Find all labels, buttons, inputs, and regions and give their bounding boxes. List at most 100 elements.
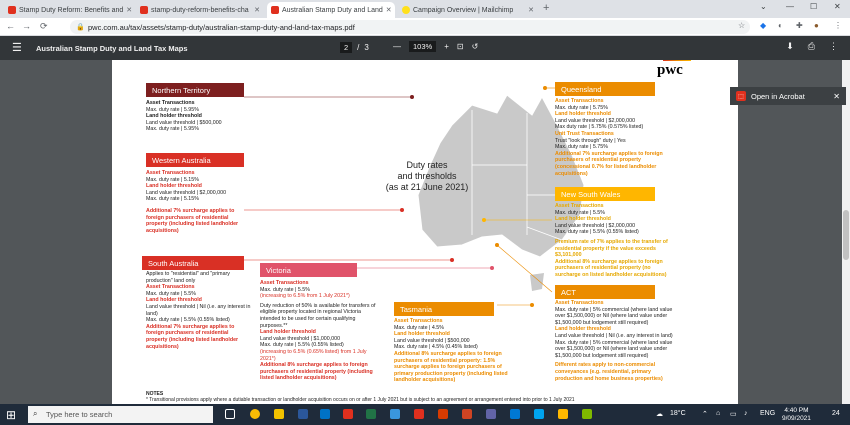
nsw-title: New South Wales [561, 189, 621, 199]
sa-line: Additional 7% surcharge applies to forei… [146, 323, 239, 350]
minimize-icon[interactable]: — [786, 2, 794, 11]
nsw-line: Max. duty rate | 5.5% (0.55% listed) [555, 229, 639, 236]
tab-3-active[interactable]: Australian Stamp Duty and Land ✕ [267, 2, 395, 18]
windows-start-icon[interactable]: ⊞ [6, 408, 16, 422]
forward-icon[interactable]: → [22, 21, 31, 31]
word-icon[interactable] [298, 409, 308, 419]
maximize-icon[interactable]: ☐ [810, 2, 817, 11]
vic-line: (increasing to 6.5% (0.65% listed) from … [260, 348, 367, 362]
puzzle-icon[interactable]: ✚ [796, 21, 803, 30]
map-title-line: (as at 21 June 2021) [385, 182, 469, 192]
map-title-line: Duty rates [406, 160, 448, 170]
qld-line: Max. duty rate | 5.75% [555, 104, 608, 111]
wa-line: Land value threshold | $2,000,000 [146, 189, 227, 196]
app-icon[interactable] [438, 409, 448, 419]
close-banner-icon[interactable]: ✕ [833, 92, 840, 101]
more-menu-icon[interactable]: ⋮ [834, 21, 842, 30]
app-icon[interactable] [510, 409, 520, 419]
act-header: ACT [555, 285, 655, 299]
windows-taskbar: ⊞ ⌕ Type here to search ☁ 18°C ⌃ ⌂ ▭ ♪ E… [0, 404, 850, 425]
clock[interactable]: 4:40 PM 9/09/2021 [782, 407, 811, 423]
tab-1[interactable]: Stamp Duty Reform: Benefits and ✕ [4, 2, 134, 18]
more-options-icon[interactable]: ⋮ [829, 41, 838, 52]
clock-time: 4:40 PM [784, 407, 809, 414]
scrollbar[interactable] [842, 60, 850, 404]
taskbar-search[interactable]: ⌕ Type here to search [28, 406, 213, 423]
open-in-acrobat-banner[interactable]: ⬚ Open in Acrobat ✕ [730, 87, 846, 105]
vic-line: Land value threshold | $1,000,000 [260, 335, 341, 342]
excel-icon[interactable] [366, 409, 376, 419]
zoom-level[interactable]: 103% [409, 41, 437, 52]
notification-count[interactable]: 24 [832, 410, 840, 417]
reload-icon[interactable]: ⟳ [40, 21, 48, 32]
hamburger-menu-icon[interactable]: ☰ [12, 41, 22, 54]
acrobat-reader-icon[interactable] [414, 409, 424, 419]
sa-details: Applies to "residential" and "primary pr… [146, 271, 251, 350]
vic-line: Land holder threshold [260, 329, 316, 336]
zoom-out-button[interactable]: — [393, 42, 401, 51]
new-tab-icon[interactable]: + [543, 2, 549, 14]
tab-2[interactable]: stamp-duty-reform-benefits-cha ✕ [136, 2, 264, 18]
nt-line: Land value threshold | $500,000 [146, 119, 222, 126]
language-indicator[interactable]: ENG [760, 410, 775, 417]
nt-line: Land holder threshold [146, 113, 202, 120]
rotate-icon[interactable]: ↺ [472, 42, 479, 51]
close-tab-icon[interactable]: ✕ [528, 6, 534, 14]
weather-icon[interactable]: ☁ [656, 410, 663, 418]
tray-up-arrow-icon[interactable]: ⌃ [702, 410, 708, 418]
close-tab-icon[interactable]: ✕ [254, 6, 260, 14]
sa-line: Land value threshold | Nil (i.e. any int… [146, 303, 251, 317]
close-tab-icon[interactable]: ✕ [386, 6, 392, 14]
download-icon[interactable]: ⬇ [786, 41, 794, 52]
vic-line: (increasing to 6.5% from 1 July 2021*) [260, 293, 350, 300]
nt-header: Northern Territory [146, 83, 244, 97]
qld-line: Max duty rate | 5.75% (0.575% listed) [555, 124, 644, 131]
scrollbar-thumb[interactable] [843, 210, 849, 260]
task-view-icon[interactable] [225, 409, 235, 419]
tab-4[interactable]: Campaign Overview | Mailchimp ✕ [398, 2, 538, 18]
sa-title: South Australia [148, 258, 199, 268]
tas-header: Tasmania [394, 302, 494, 316]
acrobat-taskbar-icon[interactable] [343, 409, 353, 419]
qld-line: Max. duty rate | 5.75% [555, 144, 608, 151]
app-icon[interactable] [558, 409, 568, 419]
back-icon[interactable]: ← [6, 21, 15, 31]
app-icon[interactable] [534, 409, 544, 419]
tas-title: Tasmania [400, 304, 433, 314]
tab-search-icon[interactable]: ⌄ [760, 2, 767, 11]
avatar[interactable]: ● [814, 21, 819, 30]
pwc-favicon-icon [140, 6, 148, 14]
tab-label: Stamp Duty Reform: Benefits and [19, 6, 124, 14]
extension-icon[interactable]: ◐ [778, 21, 783, 30]
search-icon: ⌕ [33, 409, 38, 418]
close-window-icon[interactable]: ✕ [834, 2, 841, 11]
qld-details: Asset Transactions Max. duty rate | 5.75… [555, 98, 677, 177]
app-icon[interactable] [390, 409, 400, 419]
network-icon[interactable]: ⌂ [716, 410, 720, 417]
extension-icon[interactable]: ◆ [760, 21, 766, 30]
zoom-in-button[interactable]: + [444, 42, 449, 51]
map-title-line: and thresholds [397, 171, 457, 181]
bookmark-star-icon[interactable]: ☆ [738, 21, 745, 30]
nsw-header: New South Wales [555, 187, 655, 201]
file-explorer-icon[interactable] [274, 409, 284, 419]
close-tab-icon[interactable]: ✕ [126, 6, 132, 14]
act-line: Land holder threshold [555, 326, 611, 333]
nt-line: Asset Transactions [146, 100, 195, 106]
outlook-icon[interactable] [320, 409, 330, 419]
nsw-line: Max. duty rate | 5.5% [555, 209, 605, 216]
print-icon[interactable]: ⎙ [808, 41, 815, 52]
connector-dot-sa [450, 258, 454, 262]
chrome-icon[interactable] [250, 409, 260, 419]
pdf-toolbar: ☰ Australian Stamp Duty and Land Tax Map… [0, 36, 850, 60]
app-icon[interactable] [582, 409, 592, 419]
powerpoint-icon[interactable] [462, 409, 472, 419]
fit-page-icon[interactable]: ⊡ [457, 42, 464, 51]
battery-icon[interactable]: ▭ [730, 410, 737, 418]
page-number-input[interactable]: 2 [340, 42, 353, 53]
url-field[interactable]: 🔒 pwc.com.au/tax/assets/stamp-duty/austr… [70, 20, 750, 34]
pdf-favicon-icon [271, 6, 279, 14]
volume-icon[interactable]: ♪ [744, 410, 748, 417]
teams-icon[interactable] [486, 409, 496, 419]
temperature[interactable]: 18°C [670, 410, 686, 417]
